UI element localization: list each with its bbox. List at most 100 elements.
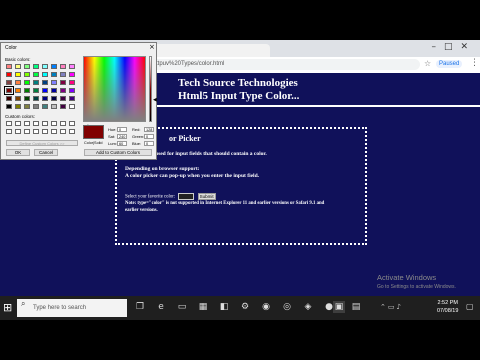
basic-color-swatch[interactable] <box>15 88 21 93</box>
basic-color-swatch[interactable] <box>24 64 30 69</box>
basic-color-swatch[interactable] <box>60 72 66 77</box>
basic-color-swatch[interactable] <box>69 64 75 69</box>
basic-color-swatch[interactable] <box>15 80 21 85</box>
blue-field[interactable]: 0 <box>144 141 154 146</box>
custom-color-slot[interactable] <box>15 121 21 126</box>
basic-color-swatch[interactable] <box>33 64 39 69</box>
basic-color-swatch[interactable] <box>24 96 30 101</box>
custom-color-slot[interactable] <box>69 129 75 134</box>
profile-paused-button[interactable]: Paused <box>436 60 463 68</box>
basic-color-swatch[interactable] <box>60 80 66 85</box>
settings-icon[interactable]: ⚙ <box>239 301 251 313</box>
basic-color-swatch[interactable] <box>69 104 75 109</box>
basic-color-swatch[interactable] <box>6 72 12 77</box>
basic-color-swatch[interactable] <box>69 72 75 77</box>
calculator-icon[interactable]: ▦ <box>197 301 209 313</box>
task-view-icon[interactable]: ❐ <box>134 301 146 313</box>
custom-color-slot[interactable] <box>51 121 57 126</box>
basic-color-swatch[interactable] <box>33 80 39 85</box>
basic-color-swatch[interactable] <box>51 72 57 77</box>
window-controls[interactable]: –□✕ <box>431 42 476 52</box>
custom-color-slot[interactable] <box>42 121 48 126</box>
color-spectrum[interactable]: + <box>83 56 146 131</box>
basic-color-swatch[interactable] <box>60 64 66 69</box>
basic-color-swatch[interactable] <box>42 96 48 101</box>
url-input[interactable]: ttpuv%20Types/color.html <box>150 59 420 70</box>
app-icon[interactable]: ◉ <box>260 301 272 313</box>
basic-color-swatch[interactable] <box>33 96 39 101</box>
luminosity-arrow-icon[interactable]: ◀ <box>153 97 157 103</box>
basic-color-swatch[interactable] <box>51 80 57 85</box>
system-tray-icons[interactable]: ⌃▭♪ <box>380 303 403 311</box>
basic-color-swatch[interactable] <box>15 64 21 69</box>
custom-color-slot[interactable] <box>60 129 66 134</box>
custom-color-slot[interactable] <box>15 129 21 134</box>
basic-color-swatch[interactable] <box>33 72 39 77</box>
basic-color-swatch[interactable] <box>42 64 48 69</box>
browser-tab[interactable] <box>150 44 270 57</box>
cancel-button[interactable]: Cancel <box>34 149 58 156</box>
custom-color-slot[interactable] <box>69 121 75 126</box>
custom-color-slot[interactable] <box>51 129 57 134</box>
start-button-icon[interactable]: ⊞ <box>3 302 15 314</box>
basic-color-swatch[interactable] <box>42 72 48 77</box>
basic-color-swatch[interactable] <box>42 80 48 85</box>
basic-color-swatch[interactable] <box>15 104 21 109</box>
ok-button[interactable]: OK <box>6 149 30 156</box>
basic-color-swatch[interactable] <box>69 80 75 85</box>
basic-color-swatch[interactable] <box>51 88 57 93</box>
basic-color-swatch[interactable] <box>69 88 75 93</box>
custom-color-slot[interactable] <box>6 129 12 134</box>
basic-color-swatch[interactable] <box>15 72 21 77</box>
custom-color-slot[interactable] <box>24 129 30 134</box>
clock[interactable]: 2:52 PM 07/08/19 <box>437 299 458 315</box>
basic-color-swatch[interactable] <box>51 104 57 109</box>
basic-color-swatch[interactable] <box>15 96 21 101</box>
basic-color-swatch[interactable] <box>6 96 12 101</box>
bookmark-star-icon[interactable]: ☆ <box>424 59 431 68</box>
taskbar-search[interactable]: ⌕ Type here to search <box>17 299 127 317</box>
close-icon[interactable]: × <box>149 43 155 51</box>
vscode-icon[interactable]: ◈ <box>302 301 314 313</box>
basic-color-swatch[interactable] <box>33 88 39 93</box>
basic-color-swatch[interactable] <box>6 64 12 69</box>
browser-menu-icon[interactable]: ⋮ <box>470 58 479 68</box>
notification-icon[interactable]: ▢ <box>466 302 474 311</box>
red-field[interactable]: 128 <box>144 127 154 132</box>
submit-button[interactable]: Submit <box>197 193 216 200</box>
basic-color-swatch[interactable] <box>42 104 48 109</box>
basic-color-swatch[interactable] <box>24 104 30 109</box>
basic-color-swatch[interactable] <box>60 104 66 109</box>
custom-color-slot[interactable] <box>33 129 39 134</box>
add-to-custom-colors-button[interactable]: Add to Custom Colors <box>84 149 152 156</box>
green-field[interactable]: 0 <box>144 134 154 139</box>
custom-color-slot[interactable] <box>42 129 48 134</box>
basic-color-swatch[interactable] <box>60 96 66 101</box>
hue-field[interactable]: 0 <box>117 127 127 132</box>
word-icon[interactable]: ▤ <box>350 301 362 313</box>
sat-field[interactable]: 240 <box>117 134 127 139</box>
basic-color-swatch[interactable] <box>24 72 30 77</box>
basic-color-swatch[interactable] <box>24 88 30 93</box>
file-explorer-icon[interactable]: ▭ <box>176 301 188 313</box>
lum-field[interactable]: 60 <box>117 141 127 146</box>
custom-color-slot[interactable] <box>24 121 30 126</box>
color-input[interactable] <box>178 193 195 200</box>
basic-color-swatch[interactable] <box>51 64 57 69</box>
custom-color-slot[interactable] <box>60 121 66 126</box>
basic-color-swatch[interactable] <box>51 96 57 101</box>
basic-color-swatch[interactable] <box>24 80 30 85</box>
edge-icon[interactable]: e <box>155 301 167 313</box>
basic-color-swatch[interactable] <box>6 80 12 85</box>
basic-color-swatch[interactable] <box>6 104 12 109</box>
basic-color-swatch[interactable] <box>69 96 75 101</box>
basic-color-swatch[interactable] <box>4 86 14 95</box>
basic-color-swatch[interactable] <box>33 104 39 109</box>
chrome-icon[interactable]: ◎ <box>281 301 293 313</box>
color-dialog-task-icon[interactable]: ▣ <box>333 301 345 313</box>
define-custom-colors-button[interactable]: Define Custom Colors >> <box>6 140 78 146</box>
basic-color-swatch[interactable] <box>60 88 66 93</box>
luminosity-slider[interactable] <box>149 56 152 122</box>
custom-color-slot[interactable] <box>6 121 12 126</box>
store-icon[interactable]: ◧ <box>218 301 230 313</box>
